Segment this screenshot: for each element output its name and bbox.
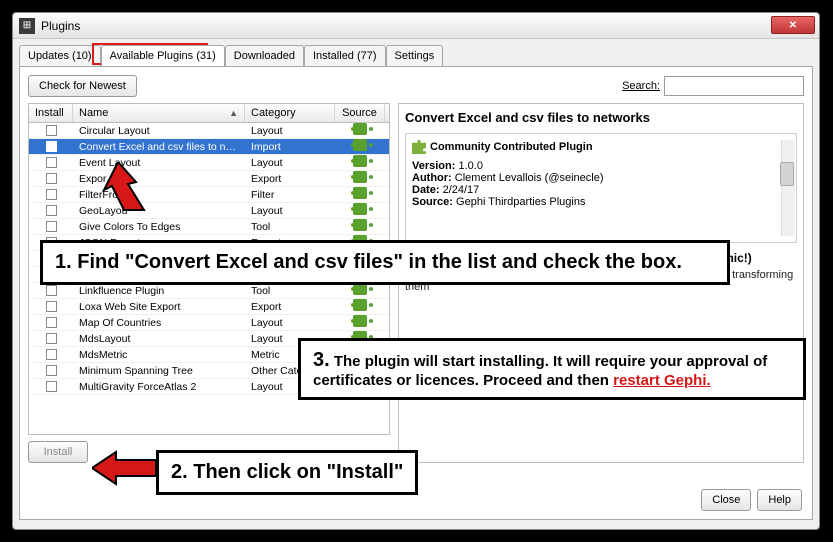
- table-row[interactable]: Circular LayoutLayout: [29, 123, 389, 139]
- table-row[interactable]: Loxa Web Site ExportExport: [29, 299, 389, 315]
- row-name: MultiGravity ForceAtlas 2: [73, 380, 245, 394]
- install-checkbox[interactable]: [46, 125, 57, 136]
- tab-updates[interactable]: Updates (10): [19, 45, 101, 66]
- install-checkbox[interactable]: [46, 205, 57, 216]
- table-row[interactable]: Map Of CountriesLayout: [29, 315, 389, 331]
- install-button[interactable]: Install: [28, 441, 88, 463]
- version-value: 1.0.0: [458, 160, 482, 172]
- install-checkbox[interactable]: [46, 141, 57, 152]
- puzzle-icon: [412, 140, 426, 154]
- col-header-category[interactable]: Category: [245, 104, 335, 122]
- row-name: Convert Excel and csv files to net...: [73, 140, 245, 154]
- source-icon: [353, 123, 367, 135]
- table-row[interactable]: Expor rthExport: [29, 171, 389, 187]
- check-for-newest-button[interactable]: Check for Newest: [28, 75, 137, 97]
- version-label: Version:: [412, 160, 455, 172]
- source-icon: [353, 171, 367, 183]
- install-checkbox[interactable]: [46, 317, 57, 328]
- col-header-install[interactable]: Install: [29, 104, 73, 122]
- install-checkbox[interactable]: [46, 381, 57, 392]
- app-icon: ⊞: [19, 18, 35, 34]
- tab-installed[interactable]: Installed (77): [304, 45, 386, 66]
- install-checkbox[interactable]: [46, 349, 57, 360]
- col-header-source[interactable]: Source: [335, 104, 385, 122]
- row-category: Layout: [245, 124, 335, 138]
- author-label: Author:: [412, 172, 452, 184]
- annotation-step2: 2. Then click on "Install": [156, 450, 418, 495]
- close-button[interactable]: Close: [701, 489, 751, 511]
- table-row[interactable]: Linkfluence PluginTool: [29, 283, 389, 299]
- row-category: Layout: [245, 156, 335, 170]
- row-category: Layout: [245, 316, 335, 330]
- titlebar[interactable]: ⊞ Plugins ✕: [13, 13, 819, 39]
- scrollbar-thumb[interactable]: [780, 162, 794, 186]
- row-name: Loxa Web Site Export: [73, 300, 245, 314]
- row-name: Linkfluence Plugin: [73, 284, 245, 298]
- window-close-button[interactable]: ✕: [771, 16, 815, 34]
- annotation-arrow-1: [100, 162, 160, 222]
- source-icon: [353, 315, 367, 327]
- scrollbar[interactable]: [781, 140, 795, 236]
- install-checkbox[interactable]: [46, 173, 57, 184]
- install-checkbox[interactable]: [46, 189, 57, 200]
- author-value: Clement Levallois (@seinecle): [455, 172, 604, 184]
- row-category: Import: [245, 140, 335, 154]
- source-icon: [353, 139, 367, 151]
- window-title: Plugins: [41, 19, 80, 33]
- install-checkbox[interactable]: [46, 365, 57, 376]
- row-name: MdsMetric: [73, 348, 245, 362]
- table-row[interactable]: GeoLayouLayout: [29, 203, 389, 219]
- search-input[interactable]: [664, 76, 804, 96]
- source-icon: [353, 299, 367, 311]
- install-checkbox[interactable]: [46, 333, 57, 344]
- table-row[interactable]: FilterFroFilter: [29, 187, 389, 203]
- tab-settings[interactable]: Settings: [386, 45, 444, 66]
- date-label: Date:: [412, 184, 440, 196]
- row-category: Tool: [245, 220, 335, 234]
- source-icon: [353, 187, 367, 199]
- table-row[interactable]: Convert Excel and csv files to net...Imp…: [29, 139, 389, 155]
- row-category: Export: [245, 300, 335, 314]
- annotation-step1: 1. Find "Convert Excel and csv files" in…: [40, 240, 730, 285]
- detail-meta-box: Community Contributed Plugin Version: 1.…: [405, 133, 797, 243]
- source-icon: [353, 203, 367, 215]
- tab-bar: Updates (10) Available Plugins (31) Down…: [19, 45, 813, 66]
- row-name: MdsLayout: [73, 332, 245, 346]
- table-row[interactable]: Event LayoutLayout: [29, 155, 389, 171]
- row-category: Layout: [245, 204, 335, 218]
- row-name: Minimum Spanning Tree: [73, 364, 245, 378]
- row-category: Tool: [245, 284, 335, 298]
- date-value: 2/24/17: [443, 184, 480, 196]
- detail-title: Convert Excel and csv files to networks: [405, 110, 797, 125]
- sort-asc-icon: ▲: [229, 108, 238, 118]
- row-category: Export: [245, 172, 335, 186]
- col-header-name[interactable]: Name▲: [73, 104, 245, 122]
- annotation-arrow-2: [92, 450, 156, 486]
- table-header: Install Name▲ Category Source: [29, 104, 389, 123]
- community-label: Community Contributed Plugin: [430, 141, 593, 153]
- source-icon: [353, 219, 367, 231]
- tab-available-plugins[interactable]: Available Plugins (31): [101, 45, 225, 66]
- table-row[interactable]: Give Colors To EdgesTool: [29, 219, 389, 235]
- search-label: Search:: [622, 80, 660, 92]
- source-label: Source:: [412, 196, 453, 208]
- install-checkbox[interactable]: [46, 221, 57, 232]
- source-value: Gephi Thirdparties Plugins: [456, 196, 585, 208]
- row-name: Map Of Countries: [73, 316, 245, 330]
- row-name: Circular Layout: [73, 124, 245, 138]
- install-checkbox[interactable]: [46, 285, 57, 296]
- row-category: Filter: [245, 188, 335, 202]
- source-icon: [353, 155, 367, 167]
- help-button[interactable]: Help: [757, 489, 802, 511]
- annotation-step3: 3. The plugin will start installing. It …: [298, 338, 806, 400]
- install-checkbox[interactable]: [46, 157, 57, 168]
- install-checkbox[interactable]: [46, 301, 57, 312]
- tab-downloaded[interactable]: Downloaded: [225, 45, 304, 66]
